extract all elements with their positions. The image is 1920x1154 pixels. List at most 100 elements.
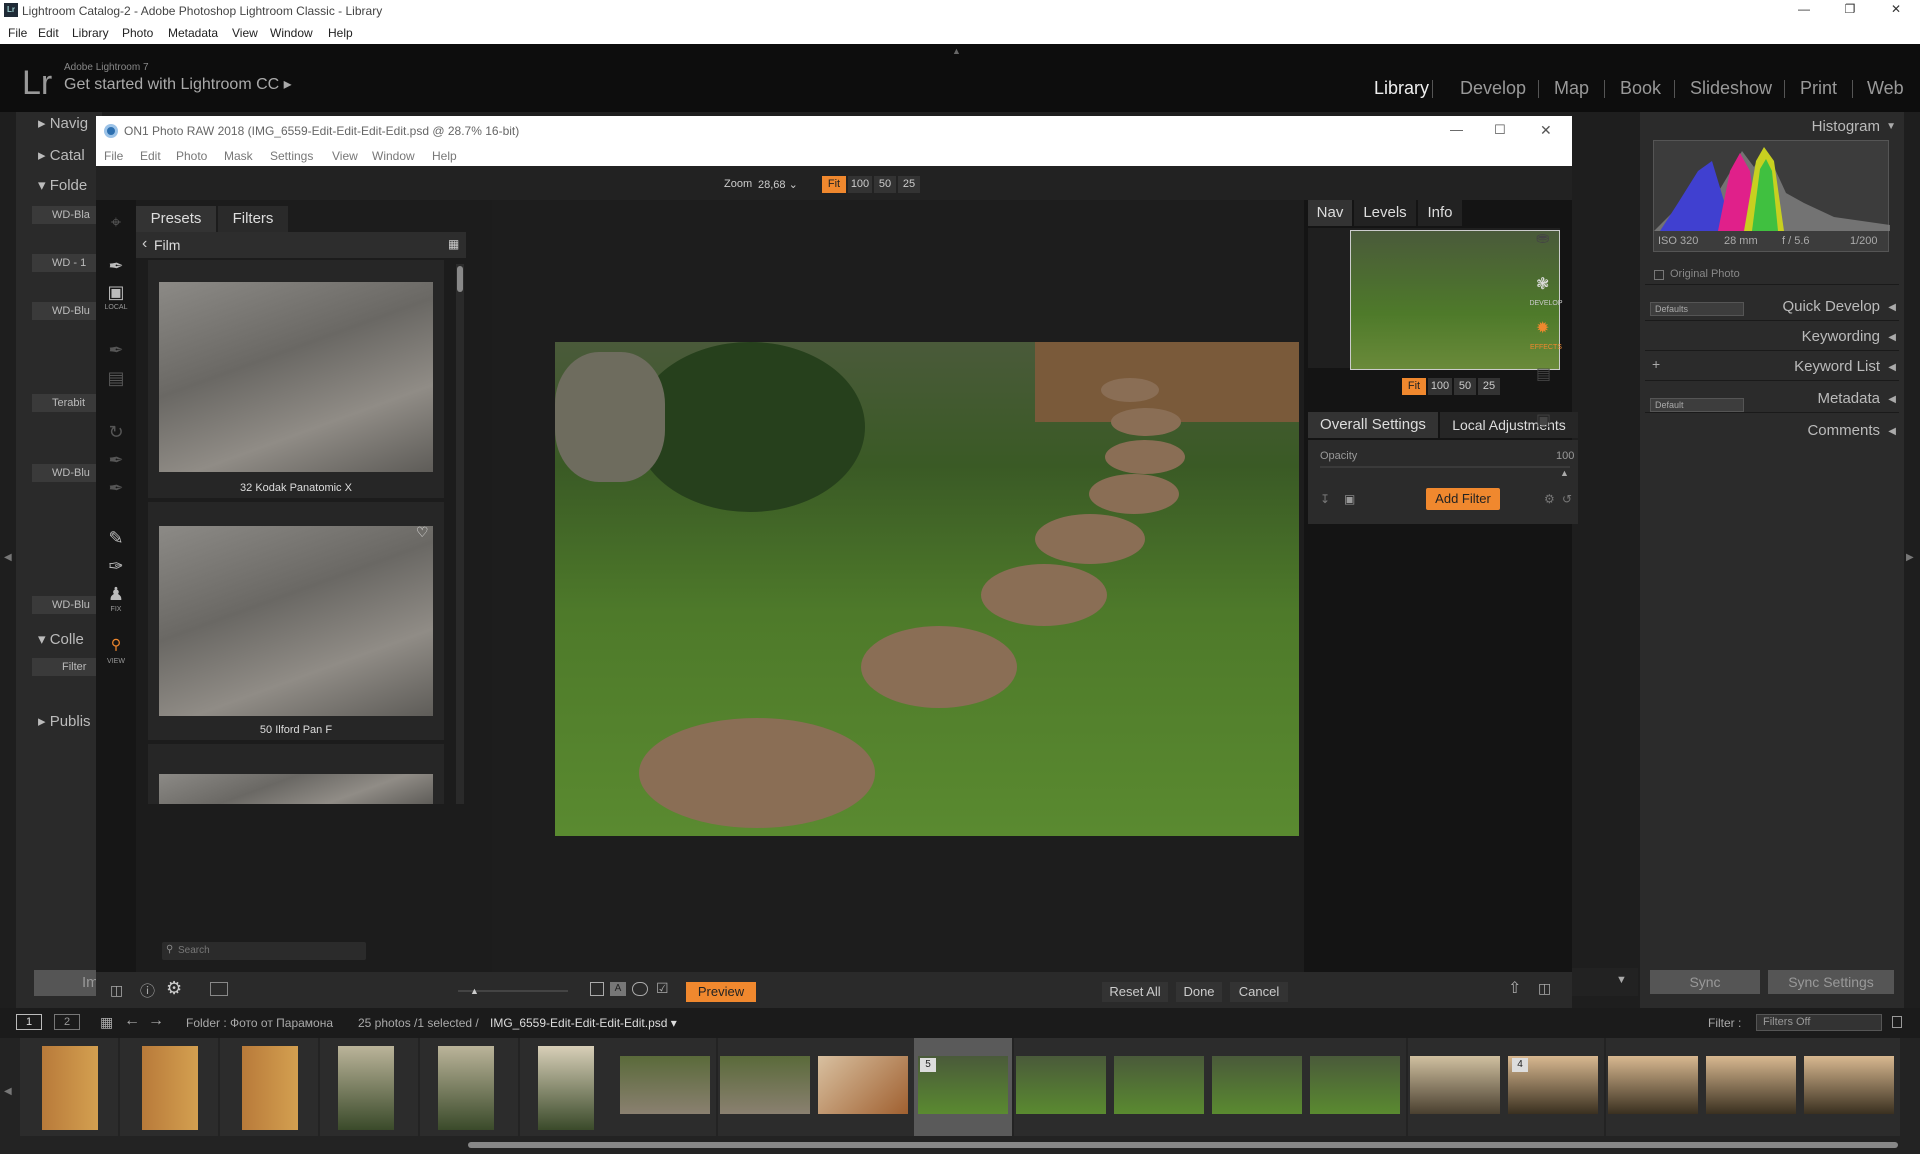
- on1-menu-window[interactable]: Window: [372, 149, 415, 163]
- filmstrip-thumb-selected[interactable]: 5: [914, 1038, 1012, 1136]
- zoom-50-button[interactable]: 50: [874, 176, 896, 193]
- crop-tool-icon[interactable]: ⌖: [104, 212, 128, 233]
- on1-menu-mask[interactable]: Mask: [224, 149, 253, 163]
- folder-volume[interactable]: WD-Blu: [32, 464, 102, 482]
- menu-library[interactable]: Library: [72, 26, 109, 40]
- circle-mask-icon[interactable]: [632, 982, 648, 996]
- original-photo-checkbox[interactable]: [1654, 270, 1664, 280]
- toolbar-dropdown-icon[interactable]: ▼: [1616, 974, 1627, 986]
- add-keyword-icon[interactable]: +: [1652, 356, 1660, 372]
- import-button[interactable]: Impo: [34, 970, 115, 996]
- filmstrip-thumb[interactable]: [618, 1038, 716, 1136]
- folder-volume[interactable]: WD-Blu: [32, 596, 102, 614]
- panel-collections[interactable]: ▾ Colle: [38, 630, 84, 648]
- left-edge-arrow-icon[interactable]: ◀: [4, 552, 12, 563]
- effects-icon[interactable]: ✹: [1536, 318, 1549, 338]
- menu-file[interactable]: File: [8, 26, 27, 40]
- tab-levels[interactable]: Levels: [1354, 200, 1416, 226]
- share-icon[interactable]: ⇧: [1508, 978, 1521, 998]
- collection-filter[interactable]: Filter: [32, 658, 102, 676]
- keywording-header[interactable]: Keywording: [1802, 328, 1880, 345]
- folder-volume[interactable]: WD-Bla: [32, 206, 102, 224]
- grid-view-icon[interactable]: ▦: [100, 1014, 113, 1031]
- preset-card[interactable]: 32 Kodak Panatomic X: [148, 260, 444, 498]
- module-slideshow[interactable]: Slideshow: [1690, 78, 1772, 99]
- right-edge-arrow-icon[interactable]: ▶: [1906, 552, 1914, 563]
- refine-icon[interactable]: ↻: [104, 422, 128, 443]
- save-preset-icon[interactable]: ↧: [1320, 492, 1330, 506]
- get-started-link[interactable]: Get started with Lightroom CC ▸: [64, 74, 292, 94]
- folder-volume[interactable]: Terabit: [32, 394, 102, 412]
- panel-navigator[interactable]: ▸ Navig: [38, 114, 88, 132]
- local-tool-icon[interactable]: ▣: [104, 282, 128, 303]
- on1-maximize-icon[interactable]: ☐: [1494, 122, 1506, 138]
- filmstrip-scrollbar[interactable]: [468, 1142, 1898, 1148]
- panel-folders[interactable]: ▾ Folde: [38, 176, 87, 194]
- side-panel-icon[interactable]: ◫: [1538, 980, 1551, 997]
- forward-arrow-icon[interactable]: →: [148, 1012, 164, 1030]
- auto-mode-icon[interactable]: A: [610, 982, 626, 996]
- brush-tool-icon[interactable]: ✒: [104, 256, 128, 277]
- minimize-icon[interactable]: —: [1784, 2, 1824, 16]
- preview-button[interactable]: Preview: [686, 982, 756, 1002]
- back-arrow-icon[interactable]: ←: [124, 1012, 140, 1030]
- image-canvas[interactable]: [492, 200, 1304, 972]
- stack-badge[interactable]: 4: [1512, 1058, 1528, 1072]
- reset-all-button[interactable]: Reset All: [1102, 982, 1168, 1002]
- zoom-tool-icon[interactable]: ⚲: [104, 636, 128, 653]
- filmstrip-thumb[interactable]: [520, 1038, 618, 1136]
- on1-menu-edit[interactable]: Edit: [140, 149, 161, 163]
- main-photo[interactable]: [555, 342, 1299, 836]
- quick-develop-header[interactable]: Quick Develop: [1782, 298, 1880, 315]
- mask-mode-icon[interactable]: [590, 982, 604, 996]
- module-library[interactable]: Library: [1374, 78, 1429, 99]
- on1-close-icon[interactable]: ✕: [1540, 122, 1552, 139]
- panel-catalog[interactable]: ▸ Catal: [38, 146, 85, 164]
- compare-view-icon[interactable]: [210, 982, 228, 996]
- metadata-preset-select[interactable]: Default: [1650, 398, 1744, 412]
- filmstrip-thumb[interactable]: [20, 1038, 118, 1136]
- filmstrip-thumb[interactable]: [1704, 1038, 1802, 1136]
- retouch-icon[interactable]: ✎: [104, 528, 128, 549]
- expand-left-icon[interactable]: ◀: [1888, 394, 1896, 405]
- back-chevron-icon[interactable]: ‹: [142, 235, 147, 253]
- nav-100-button[interactable]: 100: [1428, 378, 1452, 395]
- histogram-header[interactable]: Histogram: [1812, 118, 1880, 135]
- expand-left-icon[interactable]: ◀: [1888, 362, 1896, 373]
- tab-presets[interactable]: Presets: [136, 206, 216, 232]
- keyword-list-header[interactable]: Keyword List: [1794, 358, 1880, 375]
- zoom-100-button[interactable]: 100: [848, 176, 872, 193]
- sync-button[interactable]: Sync: [1650, 970, 1760, 994]
- mask-icon[interactable]: ▤: [104, 368, 128, 389]
- resize-icon[interactable]: ▣: [1536, 410, 1551, 430]
- expand-left-icon[interactable]: ◀: [1888, 302, 1896, 313]
- preset-scrollbar[interactable]: [456, 264, 464, 804]
- preset-thumbnail[interactable]: [159, 282, 433, 472]
- nav-25-button[interactable]: 25: [1478, 378, 1500, 395]
- filmstrip-thumb[interactable]: [816, 1038, 914, 1136]
- menu-help[interactable]: Help: [328, 26, 353, 40]
- browse-icon[interactable]: ⛂: [1536, 228, 1549, 248]
- preset-search-input[interactable]: ⚲ Search: [162, 942, 366, 960]
- masking-brush-icon[interactable]: ✒: [104, 340, 128, 361]
- opacity-slider[interactable]: [1320, 466, 1570, 468]
- zoom-25-button[interactable]: 25: [898, 176, 920, 193]
- clone-icon[interactable]: ✑: [104, 556, 128, 577]
- nav-50-button[interactable]: 50: [1454, 378, 1476, 395]
- on1-menu-settings[interactable]: Settings: [270, 149, 313, 163]
- filmstrip-thumb[interactable]: [1014, 1038, 1112, 1136]
- tab-nav[interactable]: Nav: [1308, 200, 1352, 226]
- comments-header[interactable]: Comments: [1807, 422, 1880, 439]
- close-icon[interactable]: ✕: [1876, 2, 1916, 16]
- collapse-top-icon[interactable]: ▲: [952, 46, 961, 56]
- filmstrip-thumb[interactable]: [1112, 1038, 1210, 1136]
- settings-gear-icon[interactable]: ⚙: [1544, 492, 1555, 506]
- module-web[interactable]: Web: [1867, 78, 1904, 99]
- tab-filters[interactable]: Filters: [218, 206, 288, 232]
- filmstrip-left-arrow-icon[interactable]: ◀: [4, 1086, 12, 1097]
- favorite-heart-icon[interactable]: ♡: [416, 524, 429, 541]
- filmstrip-thumb[interactable]: [1802, 1038, 1900, 1136]
- tab-overall-settings[interactable]: Overall Settings: [1308, 412, 1438, 438]
- window-2-button[interactable]: 2: [54, 1014, 80, 1030]
- preset-category-header[interactable]: ‹ Film ▦: [136, 232, 466, 258]
